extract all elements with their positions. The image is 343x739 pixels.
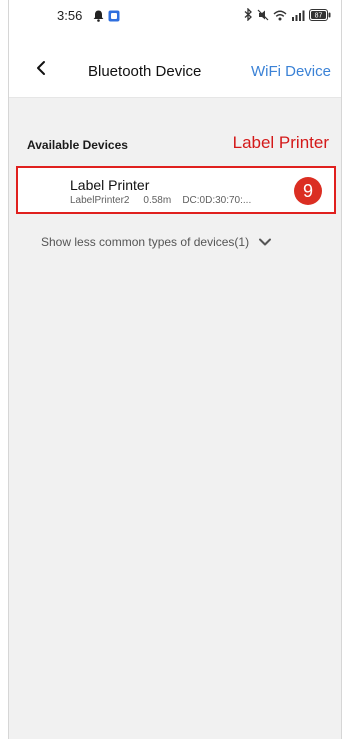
mute-icon (257, 8, 269, 26)
notification-icon (93, 9, 104, 27)
chevron-down-icon (259, 238, 272, 246)
device-address: DC:0D:30:70:... (182, 195, 252, 206)
show-more-label: Show less common types of devices(1) (41, 235, 250, 249)
device-item-label-printer[interactable]: Label Printer LabelPrinter2 0.58m DC:0D:… (16, 166, 336, 214)
status-left-icons (93, 9, 120, 27)
page: { "status_bar": { "time": "3:56", "left_… (0, 0, 343, 739)
battery-level: 87 (315, 13, 323, 20)
status-bar: 3:56 87 (9, 0, 341, 34)
signal-icon (291, 8, 305, 26)
wifi-device-link[interactable]: WiFi Device (251, 63, 331, 80)
device-model: LabelPrinter2 (70, 195, 130, 206)
device-subinfo: LabelPrinter2 0.58m DC:0D:30:70:... (70, 195, 251, 206)
status-time: 3:56 (57, 8, 83, 23)
step-number-badge: 9 (294, 177, 322, 205)
device-name: Label Printer (70, 177, 150, 193)
app-frame: 3:56 87 Bluetooth Device WiFi Device Ava… (8, 0, 342, 739)
back-arrow-icon (37, 61, 45, 75)
annotation-label: Label Printer (232, 133, 329, 152)
battery-icon: 87 (309, 8, 331, 26)
status-right-icons: 87 (244, 7, 331, 26)
app-icon (108, 9, 120, 27)
page-title: Bluetooth Device (88, 63, 202, 80)
show-more-devices-button[interactable]: Show less common types of devices(1) (41, 230, 273, 254)
device-distance: 0.58m (143, 195, 172, 206)
back-button[interactable] (29, 56, 53, 80)
bluetooth-icon (244, 7, 253, 26)
top-bar: 3:56 87 Bluetooth Device WiFi Device (9, 0, 341, 98)
available-devices-header: Available Devices (27, 138, 128, 152)
nav-row: Bluetooth Device WiFi Device (9, 58, 341, 88)
wifi-icon (273, 8, 287, 26)
